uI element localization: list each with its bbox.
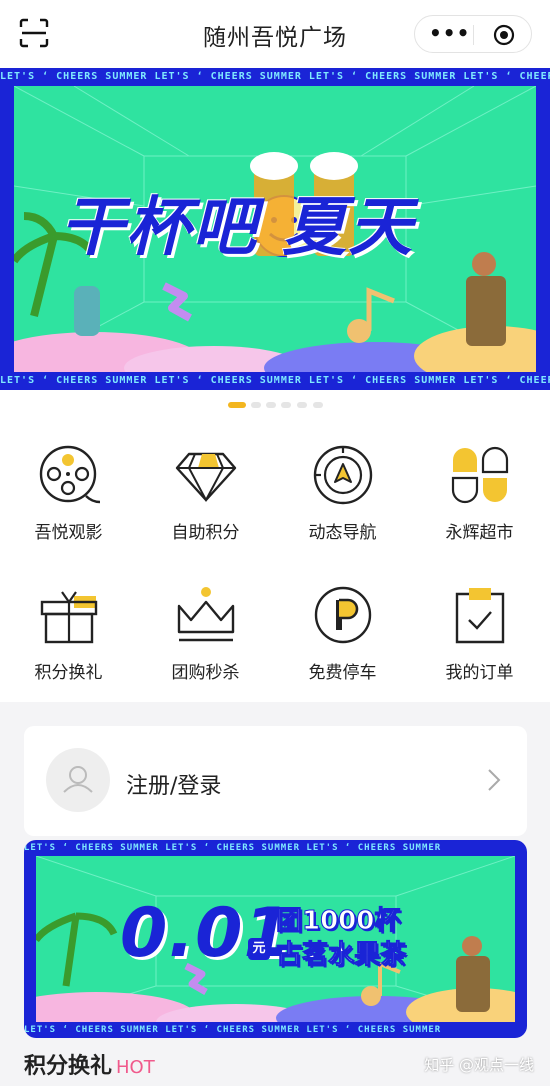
menu-item-label: 团购秒杀 (171, 663, 240, 683)
menu-item-points[interactable]: 自助积分 (137, 430, 274, 560)
film-reel-icon (39, 445, 100, 504)
promo-price-unit: 元 (248, 938, 270, 960)
menu-item-label: 我的订单 (445, 663, 514, 683)
carousel-dot[interactable] (297, 402, 307, 408)
crown-icon (177, 587, 235, 642)
user-avatar-icon (46, 748, 110, 812)
menu-item-label: 动态导航 (308, 523, 377, 543)
promo-line-1: 团1000杯 (275, 906, 401, 937)
target-icon[interactable] (493, 24, 515, 46)
parking-icon (314, 586, 372, 644)
banner-strip-top: LET'S ‘ CHEERS SUMMER LET'S ‘ CHEERS SUM… (0, 71, 550, 82)
hero-banner[interactable]: LET'S ‘ CHEERS SUMMER LET'S ‘ CHEERS SUM… (0, 68, 550, 390)
diamond-icon (175, 452, 237, 503)
menu-item-label: 积分换礼 (34, 663, 103, 683)
carousel-dot-active[interactable] (228, 402, 246, 408)
carousel-dot[interactable] (251, 402, 261, 408)
watermark: 知乎 @观点一线 (424, 1056, 534, 1074)
carousel-dot[interactable] (313, 402, 323, 408)
clover-icon (451, 446, 509, 504)
promo-line-2: 古茗水果茶 (275, 940, 407, 971)
promo-price: 0.01 (120, 894, 292, 973)
section-heading: 积分换礼 HOT (24, 1048, 155, 1080)
menu-item-navigation[interactable]: 动态导航 (274, 430, 411, 560)
menu-item-label: 自助积分 (171, 523, 240, 543)
banner-strip-bottom: LET'S ‘ CHEERS SUMMER LET'S ‘ CHEERS SUM… (0, 375, 550, 386)
menu-item-cinema[interactable]: 吾悦观影 (0, 430, 137, 560)
promo-strip-top: LET'S ‘ CHEERS SUMMER LET'S ‘ CHEERS SUM… (24, 843, 442, 853)
menu-item-label: 永辉超市 (445, 523, 514, 543)
menu-item-group-buy[interactable]: 团购秒杀 (137, 570, 274, 700)
menu-item-label: 免费停车 (308, 663, 377, 683)
login-label[interactable]: 注册/登录 (126, 768, 221, 800)
carousel-indicator (0, 400, 550, 410)
capsule-divider (473, 25, 474, 45)
top-bar: 随州吾悦广场 ••• (0, 0, 550, 68)
menu-item-supermarket[interactable]: 永辉超市 (411, 430, 548, 560)
banner-side-right (536, 86, 550, 372)
quick-menu-grid: 吾悦观影 自助积分 动态导航 永辉超市 积分换礼 团购秒杀 免费停车 我的订单 (0, 430, 550, 700)
hot-badge: HOT (116, 1057, 155, 1078)
more-dots-icon[interactable]: ••• (429, 23, 469, 46)
carousel-dot[interactable] (281, 402, 291, 408)
menu-item-parking[interactable]: 免费停车 (274, 570, 411, 700)
order-icon (455, 588, 505, 644)
menu-item-orders[interactable]: 我的订单 (411, 570, 548, 700)
carousel-dot[interactable] (266, 402, 276, 408)
navigation-icon (313, 445, 373, 505)
section-title: 积分换礼 (24, 1054, 113, 1079)
login-card[interactable]: 注册/登录 (24, 726, 527, 836)
banner-side-left (0, 86, 14, 372)
menu-item-label: 吾悦观影 (34, 523, 103, 543)
chevron-right-icon[interactable] (487, 768, 501, 792)
promo-strip-bottom: LET'S ‘ CHEERS SUMMER LET'S ‘ CHEERS SUM… (24, 1025, 442, 1035)
promo-banner[interactable]: LET'S ‘ CHEERS SUMMER LET'S ‘ CHEERS SUM… (24, 840, 527, 1038)
banner-headline: 干杯吧 夏天 (60, 191, 415, 265)
menu-item-gift[interactable]: 积分换礼 (0, 570, 137, 700)
mini-program-capsule: ••• (414, 15, 532, 53)
gift-icon (40, 591, 98, 644)
